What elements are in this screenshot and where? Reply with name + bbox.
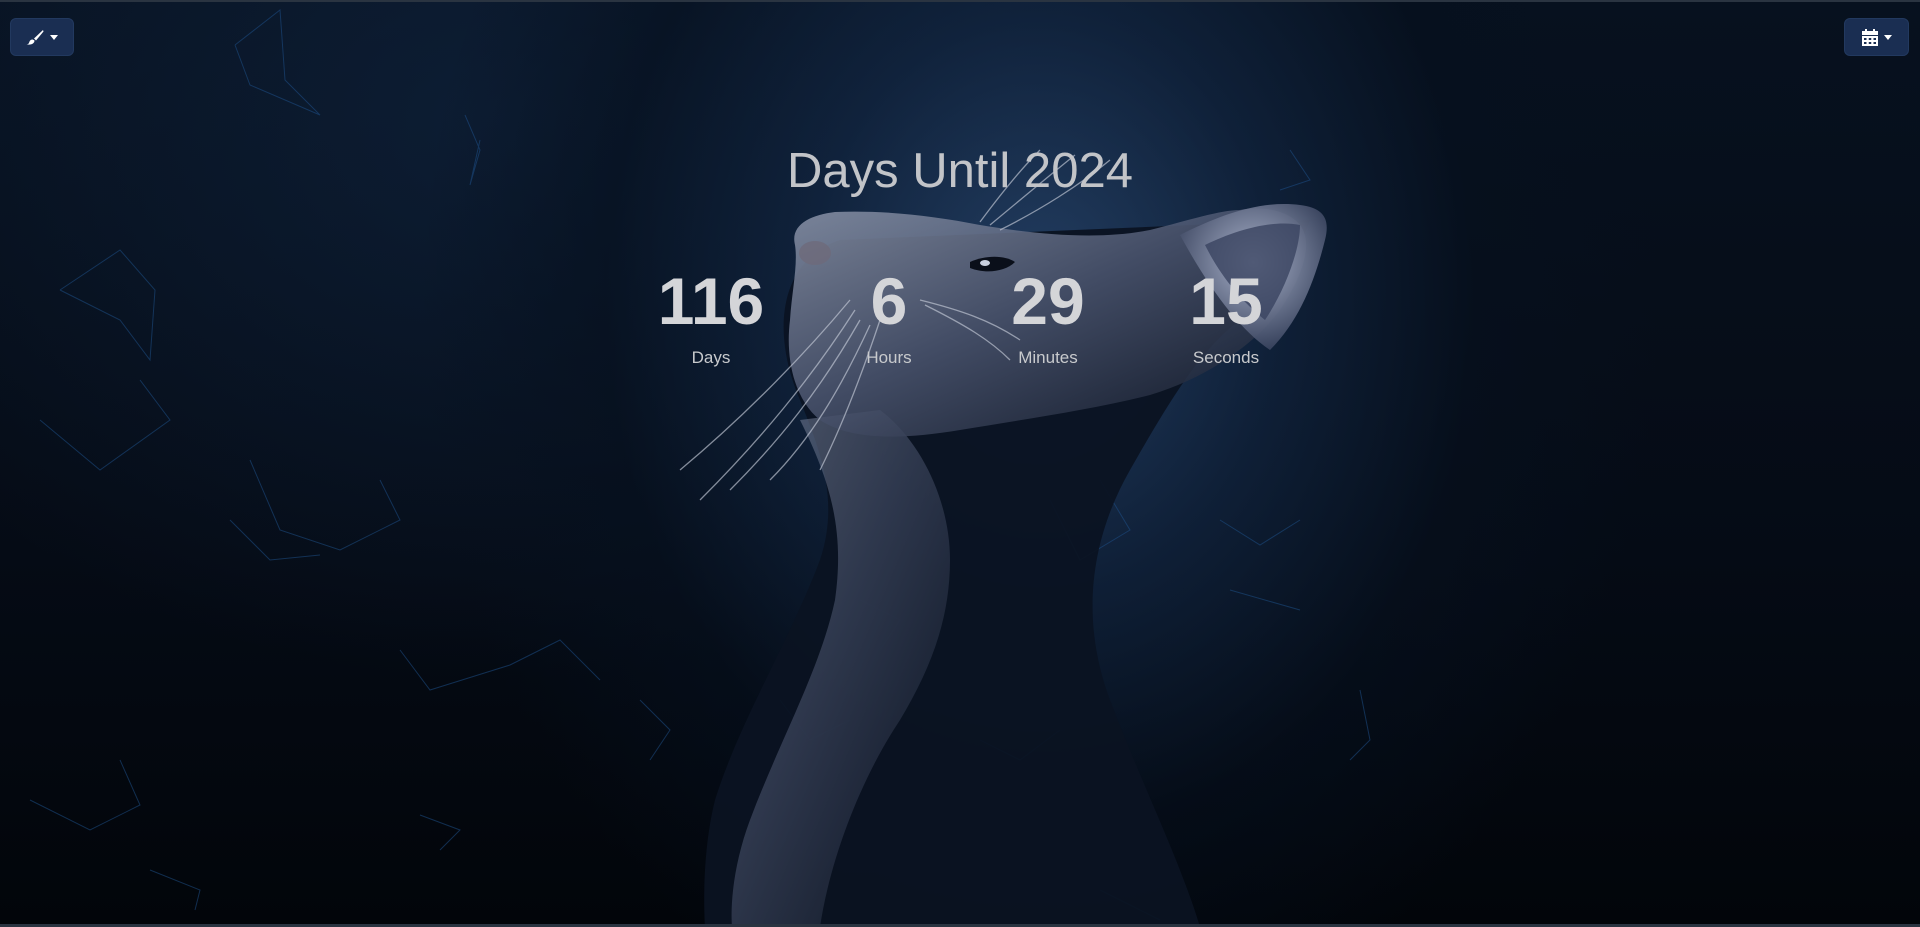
page-title: Days Until 2024 [787, 144, 1133, 198]
paintbrush-icon [26, 30, 44, 45]
theme-dropdown-button[interactable] [10, 18, 74, 56]
countdown-days: 116 Days [621, 262, 801, 368]
minutes-label: Minutes [1018, 348, 1078, 367]
chevron-down-icon [1883, 35, 1892, 40]
calendar-dropdown-button[interactable] [1844, 18, 1909, 56]
calendar-icon [1861, 28, 1878, 46]
countdown-seconds: 15 Seconds [1136, 262, 1316, 368]
countdown-page: Days Until 2024 116 Days 6 Hours 29 Minu… [0, 0, 1920, 927]
seconds-label: Seconds [1192, 348, 1260, 367]
minutes-value: 29 [1011, 264, 1085, 338]
background-image [29, 9, 1371, 927]
chevron-down-icon [50, 35, 58, 40]
hours-value: 6 [870, 264, 908, 338]
days-value: 116 [657, 264, 765, 338]
countdown-hours: 6 Hours [799, 262, 979, 368]
days-label: Days [691, 348, 731, 367]
countdown-minutes: 29 Minutes [958, 262, 1138, 368]
seconds-value: 15 [1189, 264, 1263, 338]
hours-label: Hours [866, 348, 912, 367]
